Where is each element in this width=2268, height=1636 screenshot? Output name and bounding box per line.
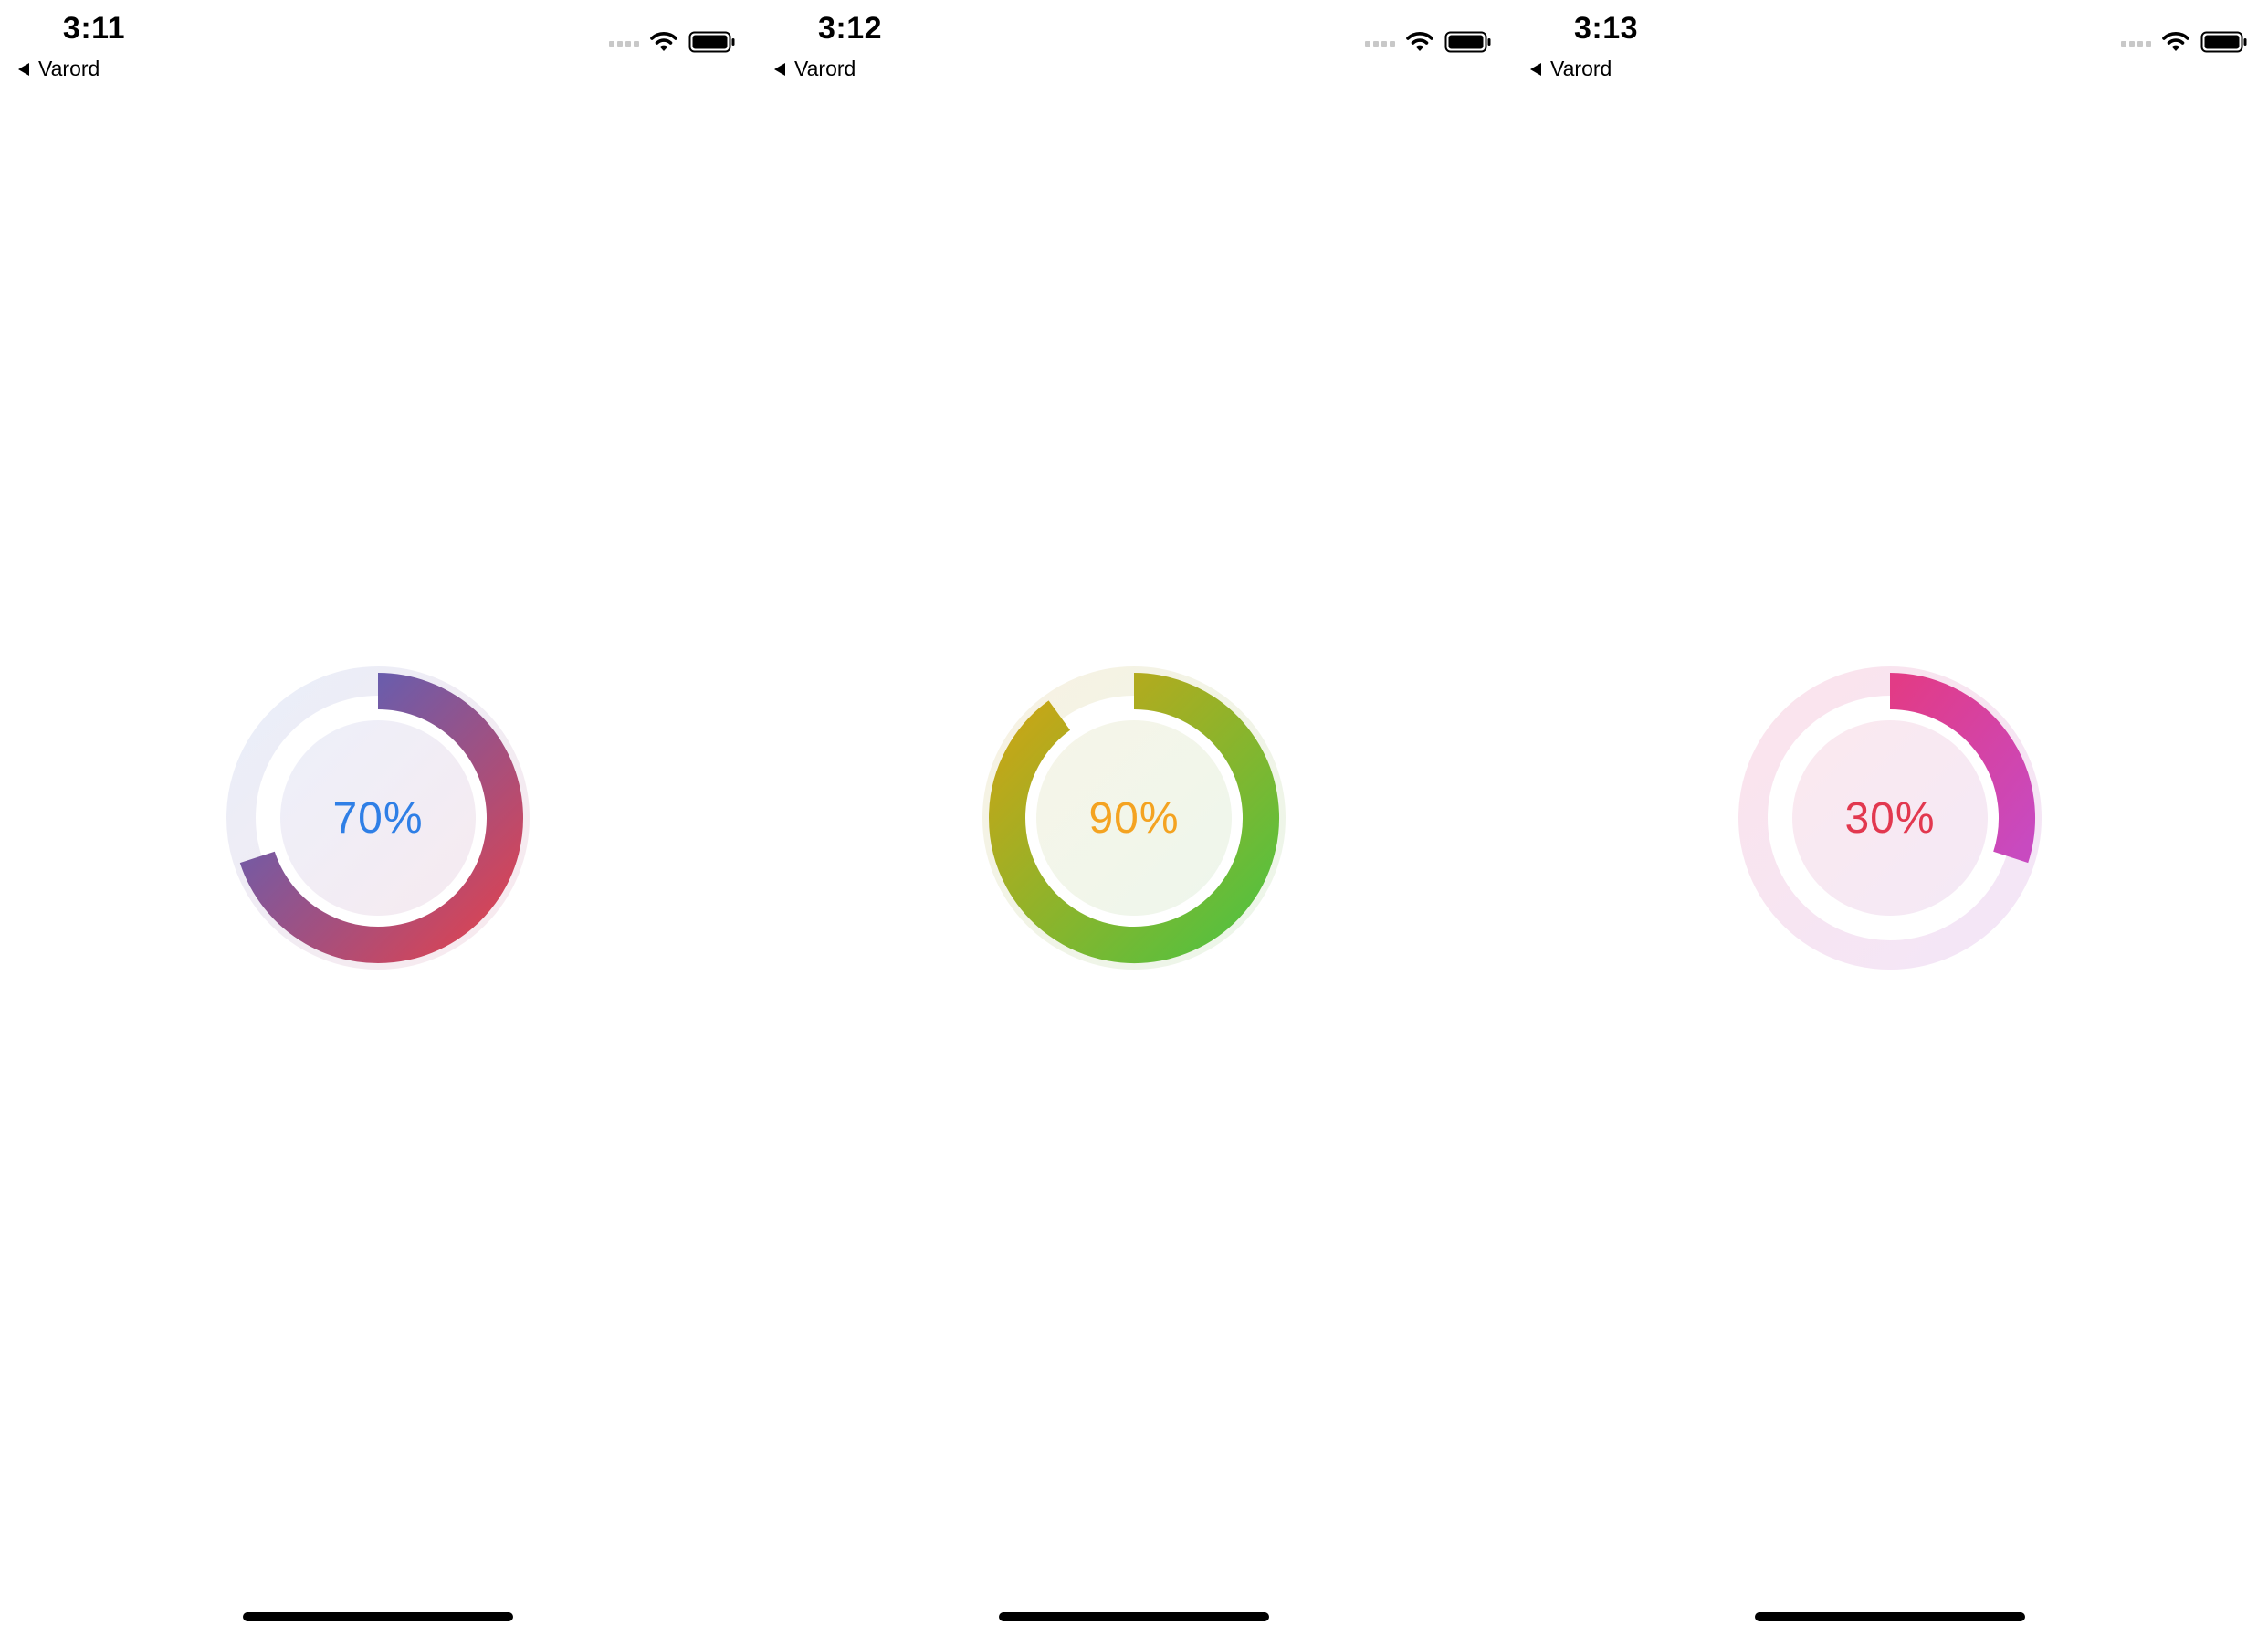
progress-ring: 70% (226, 666, 530, 970)
status-time: 3:13 (1573, 11, 1639, 46)
home-indicator[interactable] (1755, 1612, 2025, 1621)
status-time: 3:11 (62, 11, 126, 46)
back-button[interactable]: Varord (774, 57, 856, 81)
wifi-icon (2162, 32, 2189, 51)
progress-ring: 90% (982, 666, 1286, 970)
back-label: Varord (38, 57, 100, 80)
cellular-signal-icon (2121, 37, 2151, 47)
screens-row: 3:11 Varord 70% 3:12 Varord 90% 3:13 Var… (0, 0, 2268, 1636)
cellular-signal-icon (1365, 37, 1395, 47)
phone-screen: 3:12 Varord 90% (756, 0, 1512, 1636)
progress-percent-label: 90% (1088, 793, 1180, 843)
back-arrow-icon (1530, 62, 1541, 76)
wifi-icon (1406, 32, 1433, 51)
battery-icon (688, 31, 735, 53)
home-indicator[interactable] (243, 1612, 513, 1621)
back-button[interactable]: Varord (1530, 57, 1612, 81)
progress-ring: 30% (1738, 666, 2042, 970)
battery-icon (2200, 31, 2247, 53)
progress-percent-label: 70% (332, 793, 424, 843)
back-label: Varord (1550, 57, 1612, 80)
phone-screen: 3:11 Varord 70% (0, 0, 756, 1636)
cellular-signal-icon (609, 37, 639, 47)
wifi-icon (650, 32, 677, 51)
status-time: 3:12 (817, 11, 883, 46)
battery-icon (1444, 31, 1491, 53)
status-icons (2121, 31, 2248, 53)
back-label: Varord (794, 57, 856, 80)
back-arrow-icon (18, 62, 29, 76)
home-indicator[interactable] (999, 1612, 1269, 1621)
status-icons (1365, 31, 1492, 53)
back-arrow-icon (774, 62, 785, 76)
back-button[interactable]: Varord (18, 57, 100, 81)
status-icons (609, 31, 736, 53)
phone-screen: 3:13 Varord 30% (1512, 0, 2268, 1636)
progress-percent-label: 30% (1844, 793, 1936, 843)
